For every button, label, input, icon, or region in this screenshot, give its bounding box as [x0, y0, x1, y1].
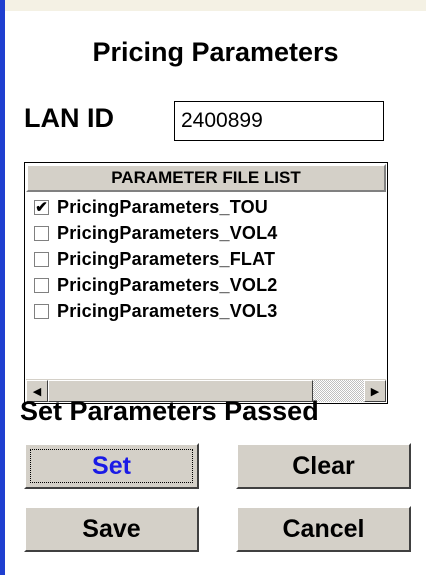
window-left-border — [0, 0, 5, 575]
clear-button-label: Clear — [292, 451, 355, 480]
list-item-label: PricingParameters_VOL3 — [57, 300, 278, 321]
focus-ring — [30, 449, 193, 483]
arrow-right-icon: ▶ — [370, 385, 380, 398]
status-message: Set Parameters Passed — [20, 396, 319, 426]
list-item-label: PricingParameters_VOL2 — [57, 274, 278, 295]
cancel-button[interactable]: Cancel — [236, 506, 411, 552]
list-item-label: PricingParameters_FLAT — [57, 248, 276, 269]
save-button[interactable]: Save — [24, 506, 199, 552]
list-item-label: PricingParameters_VOL4 — [57, 222, 278, 243]
list-item[interactable]: PricingParameters_FLAT — [25, 246, 387, 272]
checkbox-pricingparameters-flat[interactable] — [34, 251, 49, 267]
checkmark-icon: ✔ — [35, 198, 48, 216]
parameter-file-list-rows: ✔ PricingParameters_TOU PricingParameter… — [25, 194, 387, 324]
page-title: Pricing Parameters — [92, 37, 339, 67]
lan-id-input[interactable] — [174, 101, 384, 141]
window-top-strip — [5, 0, 426, 11]
checkbox-pricingparameters-vol4[interactable] — [34, 225, 49, 241]
save-button-label: Save — [82, 514, 141, 543]
cancel-button-label: Cancel — [282, 514, 365, 543]
list-item[interactable]: PricingParameters_VOL2 — [25, 272, 387, 298]
list-item[interactable]: PricingParameters_VOL3 — [25, 298, 387, 324]
lan-id-label: LAN ID — [24, 103, 114, 133]
parameter-file-list-header: PARAMETER FILE LIST — [26, 164, 386, 192]
scroll-right-button[interactable]: ▶ — [364, 380, 386, 402]
scrollbar-track[interactable] — [313, 380, 364, 402]
list-item-label: PricingParameters_TOU — [57, 196, 268, 217]
parameter-file-list: PARAMETER FILE LIST ✔ PricingParameters_… — [24, 162, 388, 404]
checkbox-pricingparameters-tou[interactable]: ✔ — [34, 198, 49, 216]
list-item[interactable]: ✔ PricingParameters_TOU — [25, 194, 387, 220]
checkbox-pricingparameters-vol3[interactable] — [34, 303, 49, 319]
checkbox-pricingparameters-vol2[interactable] — [34, 277, 49, 293]
list-item[interactable]: PricingParameters_VOL4 — [25, 220, 387, 246]
set-button[interactable]: Set — [24, 443, 199, 489]
clear-button[interactable]: Clear — [236, 443, 411, 489]
